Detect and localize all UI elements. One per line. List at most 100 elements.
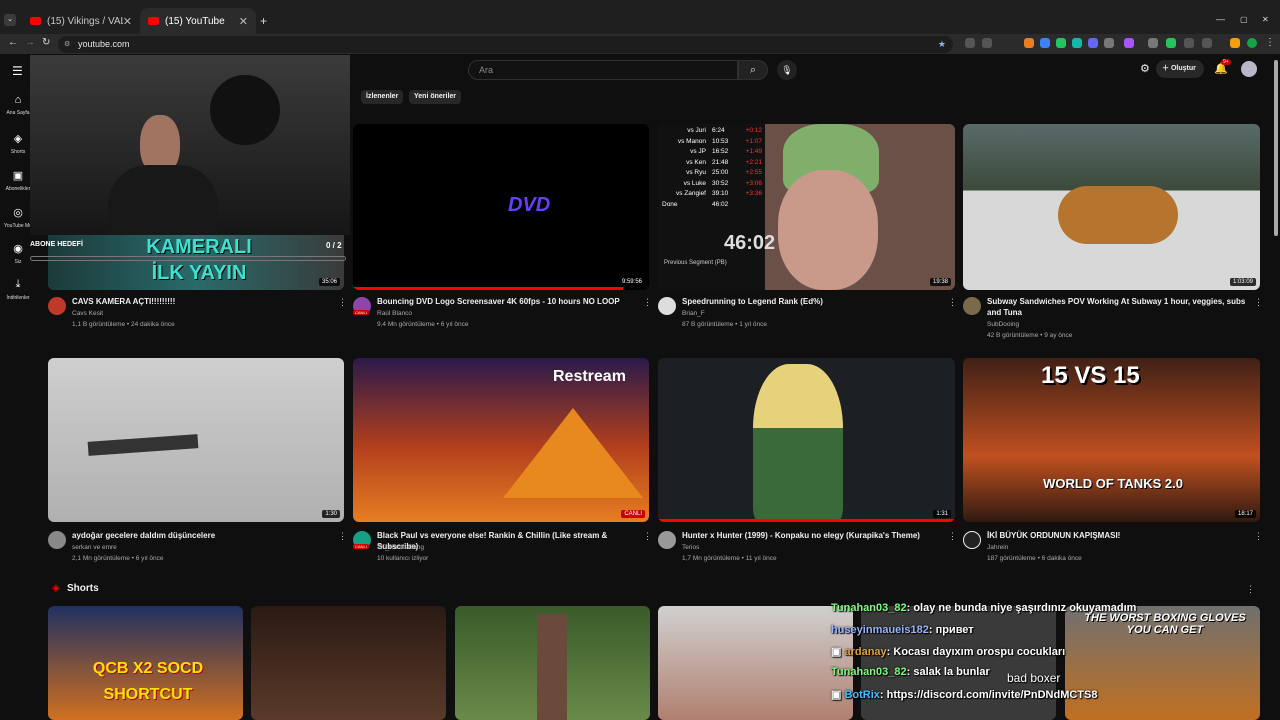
extension-icon[interactable] — [1148, 38, 1158, 48]
channel-name[interactable]: Raúl Blanco — [377, 308, 412, 319]
tab-vikings[interactable]: (15) Vikings / VALHALLA callin ✕ — [22, 8, 140, 34]
channel-avatar[interactable] — [658, 297, 676, 315]
chip-new-recommendations[interactable]: Yeni öneriler — [409, 90, 462, 104]
video-title[interactable]: Subway Sandwiches POV Working At Subway … — [987, 296, 1247, 318]
close-window-button[interactable]: ✕ — [1262, 15, 1269, 24]
hamburger-menu-icon[interactable]: ☰ — [12, 64, 23, 78]
maximize-button[interactable]: ▢ — [1240, 15, 1248, 24]
more-actions-icon[interactable]: ⋮ — [338, 531, 347, 542]
bookmark-star-icon[interactable]: ★ — [938, 36, 946, 53]
search-button[interactable]: ⌕ — [738, 60, 768, 80]
live-badge: CANLI — [621, 510, 645, 518]
split-time: 30:52 — [712, 179, 729, 187]
plus-icon: ＋ — [1162, 65, 1169, 72]
chat-message: Tunahan03_82: salak la bunlar — [831, 666, 990, 678]
cast-icon[interactable]: ⚙ — [1140, 62, 1150, 75]
create-button[interactable]: ＋ Oluştur — [1156, 60, 1204, 78]
extension-icon[interactable] — [1056, 38, 1066, 48]
close-tab-icon[interactable]: ✕ — [239, 15, 248, 28]
video-thumbnail[interactable]: 15 VS 15 WORLD OF TANKS 2.0 18:17 — [963, 358, 1260, 522]
video-title[interactable]: aydoğar gecelere daldım düşüncelere — [72, 530, 332, 541]
site-info-icon[interactable]: ⚙ — [64, 36, 70, 53]
more-actions-icon[interactable]: ⋮ — [643, 531, 652, 542]
channel-name[interactable]: SubDooing — [987, 319, 1019, 330]
sidebar-item-downloads[interactable]: ⤓ İndirilenler — [0, 278, 36, 301]
split-name: Done — [662, 200, 678, 208]
video-thumbnail[interactable]: 1:31 — [658, 358, 955, 522]
extension-icon[interactable] — [982, 38, 992, 48]
page-scrollbar[interactable] — [1274, 60, 1278, 236]
video-title[interactable]: Hunter x Hunter (1999) - Konpaku no eleg… — [682, 530, 944, 541]
split-delta — [736, 200, 762, 211]
tab-youtube[interactable]: (15) YouTube ✕ — [140, 8, 256, 34]
chat-text: : salak la bunlar — [906, 666, 990, 678]
channel-name[interactable]: Terios — [682, 542, 699, 553]
extension-icon[interactable] — [1072, 38, 1082, 48]
more-actions-icon[interactable]: ⋮ — [1254, 531, 1263, 542]
more-actions-icon[interactable]: ⋮ — [1254, 297, 1263, 308]
video-title[interactable]: Speedrunning to Legend Rank (Ed%) — [682, 296, 942, 307]
more-actions-icon[interactable]: ⋮ — [643, 297, 652, 308]
video-thumbnail[interactable]: DVD 9:59:56 — [353, 124, 649, 290]
voice-search-button[interactable]: 🎙 — [777, 60, 797, 80]
channel-name[interactable]: serkan ve emre — [72, 542, 117, 553]
account-avatar[interactable] — [1241, 61, 1257, 77]
video-thumbnail[interactable]: 1:03:09 — [963, 124, 1260, 290]
channel-avatar[interactable] — [48, 297, 66, 315]
extension-icon[interactable] — [1184, 38, 1194, 48]
extension-icon[interactable] — [1040, 38, 1050, 48]
forward-icon[interactable]: → — [25, 37, 35, 48]
split-name: vs Zangief — [676, 190, 706, 197]
short-thumbnail[interactable] — [455, 606, 650, 720]
profile-avatar[interactable] — [1247, 38, 1257, 48]
extension-icon[interactable] — [1088, 38, 1098, 48]
back-icon[interactable]: ← — [8, 37, 18, 48]
channel-name[interactable]: Brian_F — [682, 308, 705, 319]
channel-avatar[interactable] — [963, 531, 981, 549]
minimize-button[interactable]: — — [1216, 14, 1225, 24]
channel-avatar[interactable] — [48, 531, 66, 549]
video-thumbnail[interactable]: 1:30 — [48, 358, 344, 522]
more-actions-icon[interactable]: ⋮ — [338, 297, 347, 308]
new-tab-button[interactable]: + — [260, 14, 267, 28]
extension-icon[interactable] — [1104, 38, 1114, 48]
video-thumbnail[interactable]: vs Juri 6:24 +0:12 vs Manon 10:53 +1:07 vs JP 1… — [658, 124, 955, 290]
speedrun-split-row: vs Ryu 25:00 +2:55 — [662, 168, 768, 179]
video-title[interactable]: İKİ BÜYÜK ORDUNUN KAPIŞMASI! — [987, 530, 1249, 541]
search-input[interactable]: Ara — [468, 60, 738, 80]
video-title[interactable]: Bouncing DVD Logo Screensaver 4K 60fps -… — [377, 296, 637, 307]
channel-name[interactable]: Cavs Kesit — [72, 308, 103, 319]
channel-avatar[interactable] — [658, 531, 676, 549]
split-delta: +1:49 — [745, 148, 762, 155]
reload-icon[interactable]: ↻ — [42, 37, 50, 48]
extension-icon[interactable] — [1124, 38, 1134, 48]
channel-avatar[interactable] — [963, 297, 981, 315]
bot-badge-icon: ▣ — [831, 689, 845, 701]
channel-name[interactable]: Jahrein — [987, 542, 1008, 553]
extension-icon[interactable] — [1024, 38, 1034, 48]
search-icon: ⌕ — [749, 64, 757, 76]
extension-icon[interactable] — [1230, 38, 1240, 48]
video-duration: 35:06 — [318, 278, 340, 286]
more-actions-icon[interactable]: ⋮ — [948, 531, 957, 542]
split-name: vs Luke — [683, 179, 706, 187]
shorts-more-icon[interactable]: ⋮ — [1246, 584, 1255, 595]
chat-user: BotRix — [844, 689, 880, 701]
short-thumbnail[interactable] — [658, 606, 853, 720]
video-thumbnail[interactable]: Restream CANLI — [353, 358, 649, 522]
extension-icon[interactable] — [965, 38, 975, 48]
extension-icon[interactable] — [1166, 38, 1176, 48]
extensions-puzzle-icon[interactable] — [1202, 38, 1212, 48]
tab-title: (15) YouTube — [165, 15, 225, 27]
channel-name[interactable]: TK_HurdleGang — [377, 542, 424, 553]
close-tab-icon[interactable]: ✕ — [123, 15, 132, 28]
tab-search-icon[interactable]: ⌄ — [4, 14, 16, 26]
url-bar[interactable]: ⚙ youtube.com ★ — [58, 36, 953, 53]
more-actions-icon[interactable]: ⋮ — [948, 297, 957, 308]
video-title[interactable]: CAVS KAMERA AÇTI!!!!!!!!! — [72, 296, 332, 307]
browser-menu-icon[interactable]: ⋮ — [1265, 37, 1275, 48]
short-thumbnail[interactable]: QCB X2 SOCD SHORTCUT — [48, 606, 243, 720]
chip-watched[interactable]: İzlenenler — [361, 90, 404, 104]
short-thumbnail[interactable]: THE WORST BOXING GLOVES YOU CAN GET — [1065, 606, 1260, 720]
short-thumbnail[interactable] — [251, 606, 446, 720]
